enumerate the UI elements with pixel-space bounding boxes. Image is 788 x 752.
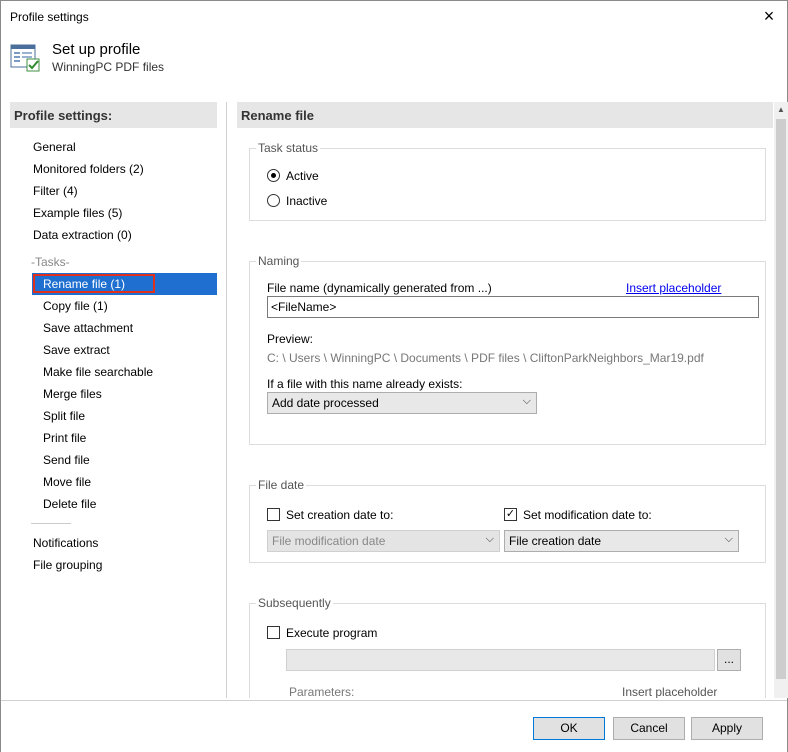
file-date-group: File date Set creation date to: File mod… <box>249 478 766 563</box>
insert-placeholder-link[interactable]: Insert placeholder <box>626 281 721 295</box>
subsequently-legend: Subsequently <box>256 596 333 610</box>
execute-program-checkbox[interactable] <box>267 626 280 639</box>
preview-label: Preview: <box>267 332 314 346</box>
nav-task-merge-files[interactable]: Merge files <box>43 387 102 401</box>
header-title: Set up profile <box>52 41 141 58</box>
nav-task-print-file[interactable]: Print file <box>43 431 86 445</box>
file-name-label: File name (dynamically generated from ..… <box>267 281 492 295</box>
nav-task-move-file[interactable]: Move file <box>43 475 91 489</box>
nav-item-example-files[interactable]: Example files (5) <box>33 206 122 220</box>
browse-button[interactable]: ... <box>717 649 741 671</box>
nav-task-copy-file[interactable]: Copy file (1) <box>43 299 108 313</box>
modification-date-dropdown[interactable]: File creation date ⌵ <box>504 530 739 552</box>
nav-item-file-grouping[interactable]: File grouping <box>33 558 102 572</box>
content-heading: Rename file <box>237 102 773 128</box>
nav-task-send-file[interactable]: Send file <box>43 453 90 467</box>
scrollbar-thumb[interactable] <box>776 119 786 679</box>
profile-settings-window: Profile settings × Set up profile Winnin… <box>0 0 788 752</box>
parameters-insert-placeholder[interactable]: Insert placeholder <box>622 685 717 698</box>
profile-settings-icon <box>10 44 40 72</box>
modification-date-value: File creation date <box>509 534 602 548</box>
set-modification-checkbox[interactable]: ✓ <box>504 508 517 521</box>
cancel-button[interactable]: Cancel <box>613 717 685 740</box>
nav-task-delete-file[interactable]: Delete file <box>43 497 96 511</box>
parameters-label: Parameters: <box>289 685 355 698</box>
header: Set up profile WinningPC PDF files <box>1 31 787 91</box>
title-bar: Profile settings × <box>1 1 787 31</box>
subsequently-group: Subsequently Execute program ... Paramet… <box>249 596 766 698</box>
exists-dropdown[interactable]: Add date processed ⌵ <box>267 392 537 414</box>
program-path-input[interactable] <box>286 649 715 671</box>
nav-task-split-file[interactable]: Split file <box>43 409 85 423</box>
scroll-up-icon[interactable]: ▲ <box>774 102 788 118</box>
nav-heading: Profile settings: <box>10 102 217 128</box>
execute-program-label: Execute program <box>286 626 378 640</box>
set-creation-checkbox[interactable] <box>267 508 280 521</box>
task-status-group: Task status Active Inactive <box>249 141 766 221</box>
nav-item-data-extraction[interactable]: Data extraction (0) <box>33 228 132 242</box>
set-modification-label: Set modification date to: <box>523 508 652 522</box>
tasks-divider <box>31 523 71 524</box>
task-status-legend: Task status <box>256 141 321 155</box>
rename-file-settings: Rename file Task status Active Inactive … <box>237 102 773 698</box>
preview-path: C: \ Users \ WinningPC \ Documents \ PDF… <box>267 351 704 365</box>
nav-task-rename-file[interactable]: Rename file (1) <box>43 277 125 291</box>
dialog-footer: OK Cancel Apply <box>1 700 787 752</box>
active-radio[interactable] <box>267 169 280 182</box>
nav-task-save-attachment[interactable]: Save attachment <box>43 321 133 335</box>
close-icon[interactable]: × <box>759 6 779 26</box>
file-date-legend: File date <box>256 478 307 492</box>
nav-item-general[interactable]: General <box>33 140 76 154</box>
inactive-label: Inactive <box>286 194 328 208</box>
naming-group: Naming File name (dynamically generated … <box>249 254 766 445</box>
chevron-down-icon: ⌵ <box>485 533 494 545</box>
nav-item-monitored-folders[interactable]: Monitored folders (2) <box>33 162 144 176</box>
content-scrollbar[interactable]: ▲ <box>774 102 788 698</box>
apply-button[interactable]: Apply <box>691 717 763 740</box>
header-subtitle: WinningPC PDF files <box>52 60 165 74</box>
exists-dropdown-value: Add date processed <box>272 396 379 410</box>
ok-button[interactable]: OK <box>533 717 605 740</box>
file-name-input[interactable]: <FileName> <box>267 296 759 318</box>
chevron-down-icon: ⌵ <box>522 395 531 407</box>
inactive-radio[interactable] <box>267 194 280 207</box>
naming-legend: Naming <box>256 254 302 268</box>
tasks-label: -Tasks- <box>31 255 70 269</box>
active-label: Active <box>286 169 319 183</box>
creation-date-dropdown[interactable]: File modification date ⌵ <box>267 530 500 552</box>
nav-item-notifications[interactable]: Notifications <box>33 536 98 550</box>
nav-task-save-extract[interactable]: Save extract <box>43 343 110 357</box>
creation-date-value: File modification date <box>272 534 386 548</box>
nav-item-filter[interactable]: Filter (4) <box>33 184 78 198</box>
exists-label: If a file with this name already exists: <box>267 377 463 391</box>
chevron-down-icon: ⌵ <box>724 533 733 545</box>
set-creation-label: Set creation date to: <box>286 508 394 522</box>
nav-task-make-searchable[interactable]: Make file searchable <box>43 365 153 379</box>
settings-nav: Profile settings: General Monitored fold… <box>10 102 217 698</box>
panel-splitter[interactable] <box>226 102 227 698</box>
window-title: Profile settings <box>10 10 89 24</box>
